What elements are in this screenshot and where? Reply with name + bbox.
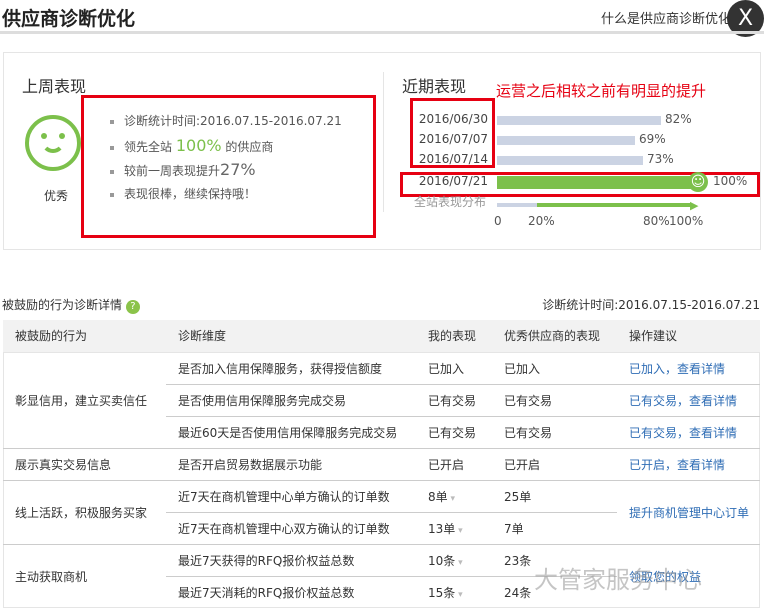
tick-80: 80% — [643, 214, 670, 228]
my-performance-cell: 10条 ▾ — [416, 543, 492, 576]
my-performance-cell: 已有交易 — [416, 415, 492, 448]
panel-divider — [383, 72, 384, 212]
table-row: 线上活跃，积极服务买家 近7天在商机管理中心单方确认的订单数 8单 ▾ 25单 提升商机… — [3, 479, 760, 544]
bar-label: 100% — [713, 174, 748, 188]
smile-icon: ☺ — [688, 172, 708, 192]
dimension-cell: 是否开启贸易数据展示功能 — [166, 447, 416, 480]
behavior-cell: 展示真实交易信息 — [3, 447, 166, 480]
bar-label: 82% — [665, 112, 692, 126]
dimension-cell: 是否加入信用保障服务，获得授信额度 — [166, 351, 416, 384]
chevron-down-icon[interactable]: ▾ — [448, 494, 456, 504]
details-title-text: 被鼓励的行为诊断详情 — [2, 298, 123, 312]
excellent-performance-cell: 已有交易 — [492, 383, 617, 416]
details-period: 诊断统计时间:2016.07.15-2016.07.21 — [542, 298, 760, 312]
excellent-performance-cell: 7单 — [492, 511, 617, 544]
improve-stat: 较前一周表现提升27% — [110, 160, 256, 179]
improve-value: 27% — [220, 160, 256, 179]
my-performance-cell: 已加入 — [416, 351, 492, 384]
watermark: 大管家服务中心 — [534, 566, 702, 594]
chevron-down-icon[interactable]: ▾ — [455, 590, 463, 600]
behavior-cell: 彰显信用，建立买卖信任 — [3, 351, 166, 448]
distribution-bar — [497, 203, 692, 207]
arrow-icon: ▶ — [690, 199, 699, 212]
action-link[interactable]: 已开启，查看详情 — [617, 447, 760, 480]
excellent-performance-cell: 已加入 — [492, 351, 617, 384]
tick-100: 100% — [669, 214, 704, 228]
action-link[interactable]: 提升商机管理中心订单 — [617, 479, 760, 544]
tick-20: 20% — [528, 214, 555, 228]
action-link[interactable]: 已有交易，查看详情 — [617, 383, 760, 416]
bar-date: 2016/07/14 — [418, 152, 488, 166]
col-header: 优秀供应商的表现 — [492, 320, 617, 353]
dimension-cell: 近7天在商机管理中心双方确认的订单数 — [166, 511, 416, 544]
dimension-cell: 最近60天是否使用信用保障服务完成交易 — [166, 415, 416, 448]
col-header: 诊断维度 — [166, 320, 416, 353]
help-icon[interactable]: ? — [125, 300, 140, 314]
bar-label: 73% — [647, 152, 674, 166]
lead-value: 100% — [175, 136, 222, 155]
my-performance-cell: 8单 ▾ — [416, 479, 492, 512]
lead-stat: 领先全站 100% 的供应商 — [110, 136, 273, 155]
tick-0: 0 — [494, 214, 502, 228]
my-performance-cell: 已有交易 — [416, 383, 492, 416]
dimension-cell: 最近7天获得的RFQ报价权益总数 — [166, 543, 416, 576]
last-week-title: 上周表现 — [22, 77, 87, 96]
behavior-cell: 线上活跃，积极服务买家 — [3, 479, 166, 544]
dimension-cell: 最近7天消耗的RFQ报价权益总数 — [166, 575, 416, 608]
recent-title: 近期表现 — [402, 77, 467, 96]
page-title: 供应商诊断优化 — [2, 8, 136, 30]
bar-date: 2016/07/07 — [418, 132, 488, 146]
table-row: 展示真实交易信息 是否开启贸易数据展示功能 已开启 已开启 已开启，查看详情 — [3, 447, 760, 480]
chevron-down-icon[interactable]: ▾ — [455, 558, 463, 568]
bar-date: 2016/06/30 — [418, 112, 488, 126]
my-performance-cell: 已开启 — [416, 447, 492, 480]
lead-suffix: 的供应商 — [225, 140, 274, 154]
stat-period: 诊断统计时间:2016.07.15-2016.07.21 — [110, 112, 342, 129]
action-link[interactable]: 已有交易，查看详情 — [617, 415, 760, 448]
col-header: 操作建议 — [617, 320, 760, 353]
bar-date: 2016/07/21 — [418, 174, 488, 188]
details-title: 被鼓励的行为诊断详情 ? — [2, 296, 140, 314]
my-performance-cell: 15条 ▾ — [416, 575, 492, 608]
annotation: 运营之后相较之前有明显的提升 — [496, 82, 707, 100]
bar — [497, 136, 635, 145]
bar-label: 69% — [639, 132, 666, 146]
col-header: 被鼓励的行为 — [3, 320, 166, 353]
header-divider — [0, 31, 764, 34]
chevron-down-icon[interactable]: ▾ — [455, 526, 463, 536]
lead-prefix: 领先全站 — [124, 140, 173, 154]
behavior-cell: 主动获取商机 — [3, 543, 166, 608]
excellent-performance-cell: 已开启 — [492, 447, 617, 480]
help-link[interactable]: 什么是供应商诊断优化 — [601, 8, 731, 27]
rating-label: 优秀 — [44, 189, 69, 203]
dimension-cell: 是否使用信用保障服务完成交易 — [166, 383, 416, 416]
improve-prefix: 较前一周表现提升 — [124, 164, 221, 178]
distribution-label: 全站表现分布 — [414, 195, 487, 209]
excellent-performance-cell: 25单 — [492, 479, 617, 512]
excellent-performance-cell: 已有交易 — [492, 415, 617, 448]
dimension-cell: 近7天在商机管理中心单方确认的订单数 — [166, 479, 416, 512]
my-performance-cell: 13单 ▾ — [416, 511, 492, 544]
table-row: 彰显信用，建立买卖信任 是否加入信用保障服务，获得授信额度 已加入 已加入 已加入，查看… — [3, 351, 760, 448]
comment: 表现很棒，继续保持哦！ — [110, 185, 256, 202]
bar — [497, 156, 643, 165]
col-header: 我的表现 — [416, 320, 492, 353]
smile-icon — [25, 115, 81, 171]
action-link[interactable]: 已加入，查看详情 — [617, 351, 760, 384]
bar — [497, 176, 697, 189]
bar — [497, 116, 661, 125]
